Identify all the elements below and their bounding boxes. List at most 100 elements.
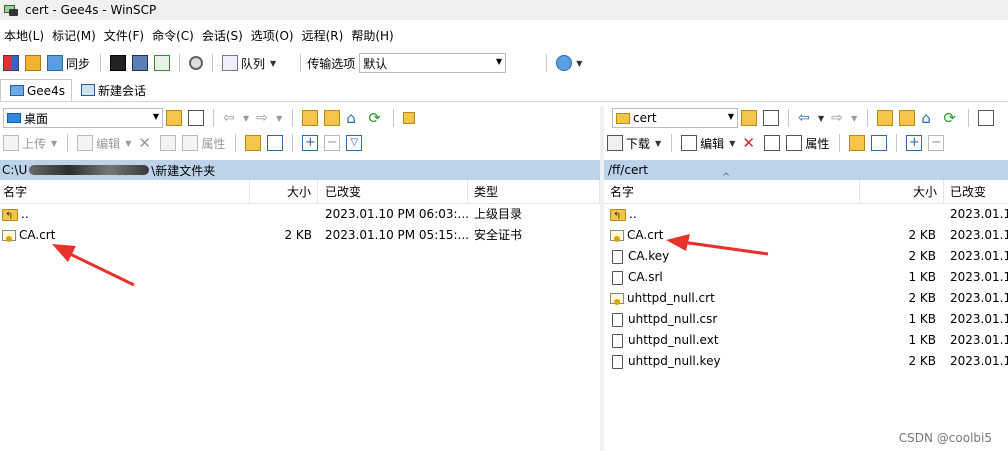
menu-local[interactable]: 本地(L) [0,27,48,44]
local-col-modified[interactable]: 已改变 [318,180,468,204]
filter-icon[interactable] [188,110,204,126]
upload-icon[interactable] [3,135,19,151]
properties-icon[interactable] [786,135,803,151]
globe-icon[interactable] [556,55,573,71]
local-col-size[interactable]: 大小 [250,180,318,204]
file-row[interactable]: CA.key 2 KB 2023.01.10 [604,246,1008,267]
forward-arrow-icon[interactable]: ⇨ [256,110,272,126]
remote-location-select[interactable]: cert ▼ [612,108,738,128]
menu-files[interactable]: 文件(F) [100,27,148,44]
remote-col-name[interactable]: 名字 [604,180,860,204]
synchronize-browsing-icon[interactable] [25,55,41,71]
tab-gee4s[interactable]: Gee4s [0,79,72,101]
properties-icon[interactable] [182,135,199,151]
queue-dropdown-icon[interactable]: ▼ [270,59,276,68]
file-row[interactable]: uhttpd_null.key 2 KB 2023.01.10 [604,351,1008,372]
root-directory-icon[interactable] [324,110,341,126]
refresh-sync-icon[interactable] [154,55,171,71]
download-icon[interactable] [607,135,623,151]
parent-directory-icon[interactable] [877,110,894,126]
filter-icon[interactable] [763,110,779,126]
preferences-gear-icon[interactable] [189,56,204,70]
delete-icon[interactable]: ✕ [138,135,154,151]
menu-commands[interactable]: 命令(C) [148,27,198,44]
parent-directory-icon[interactable] [302,110,319,126]
file-row[interactable]: CA.crt 2 KB 2023.01.10 PM 05:15:... 安全证书 [0,225,600,246]
remote-col-size[interactable]: 大小 [860,180,944,204]
edit-button[interactable]: 编辑 [96,135,120,152]
tab-new-session[interactable]: 新建会话 [72,79,152,101]
file-name: CA.crt [19,228,56,242]
queue-icon[interactable] [222,55,239,71]
properties-button[interactable]: 属性 [201,135,225,152]
filter-selection-icon[interactable]: ▽ [346,135,363,151]
new-file-icon[interactable] [267,135,284,151]
tab-new-session-label: 新建会话 [97,83,146,98]
local-location-select[interactable]: 桌面 ▼ [3,108,163,128]
download-dropdown-icon[interactable]: ▼ [655,139,661,148]
home-icon[interactable]: ⌂ [921,110,937,126]
delete-icon[interactable]: ✕ [742,135,758,151]
globe-dropdown-icon[interactable]: ▼ [576,59,582,68]
forward-dropdown-icon[interactable]: ▼ [276,114,282,123]
unselect-minus-icon[interactable]: − [928,135,945,151]
refresh-icon[interactable]: ⟳ [943,110,959,126]
home-icon[interactable]: ⌂ [346,110,362,126]
new-folder-icon[interactable] [245,135,262,151]
remote-path-bar[interactable]: /ff/cert [604,160,1008,180]
upload-button[interactable]: 上传 [22,135,46,152]
refresh-icon[interactable]: ⟳ [368,110,384,126]
edit-dropdown-icon[interactable]: ▼ [125,139,131,148]
menu-remote[interactable]: 远程(R) [298,27,348,44]
local-col-type[interactable]: 类型 [468,180,600,204]
document-icon [612,312,623,327]
upload-dropdown-icon[interactable]: ▼ [51,139,57,148]
forward-dropdown-icon[interactable]: ▼ [851,114,857,123]
edit-icon[interactable] [77,135,94,151]
back-dropdown-icon[interactable]: ▼ [818,114,824,123]
file-row[interactable]: .. 2023.01.10 [604,204,1008,225]
file-row[interactable]: uhttpd_null.csr 1 KB 2023.01.10 [604,309,1008,330]
rename-icon[interactable] [764,135,781,151]
new-folder-icon[interactable] [849,135,866,151]
open-folder-icon[interactable] [741,110,757,126]
select-all-plus-icon[interactable]: + [906,135,923,151]
edit-icon[interactable] [681,135,698,151]
menu-options[interactable]: 选项(O) [247,27,298,44]
file-row[interactable]: uhttpd_null.crt 2 KB 2023.01.10 [604,288,1008,309]
root-directory-icon[interactable] [899,110,916,126]
download-button[interactable]: 下载 [626,135,650,152]
properties-button[interactable]: 属性 [805,135,829,152]
find-files-icon[interactable] [978,110,995,126]
back-dropdown-icon[interactable]: ▼ [243,114,249,123]
file-row[interactable]: .. 2023.01.10 PM 06:03:... 上级目录 [0,204,600,225]
edit-button[interactable]: 编辑 [700,135,724,152]
synchronize-icon[interactable] [47,55,63,71]
remote-col-modified[interactable]: 已改变 [944,180,1008,204]
unselect-minus-icon[interactable]: − [324,135,341,151]
open-folder-icon[interactable] [166,110,182,126]
synchronize-button[interactable]: 同步 [66,55,90,72]
new-file-icon[interactable] [871,135,888,151]
queue-button[interactable]: 队列 [241,55,265,72]
local-path-bar[interactable]: C:\U \新建文件夹 [0,160,600,180]
putty-icon[interactable] [132,55,149,71]
rename-icon[interactable] [160,135,177,151]
transfer-preset-select[interactable]: 默认 ▼ [359,53,507,73]
compare-directories-icon[interactable] [3,55,19,71]
console-icon[interactable] [110,55,127,71]
back-arrow-icon[interactable]: ⇦ [798,110,814,126]
edit-dropdown-icon[interactable]: ▼ [729,139,735,148]
menu-mark[interactable]: 标记(M) [48,27,100,44]
menu-help[interactable]: 帮助(H) [347,27,397,44]
local-col-name[interactable]: 名字 [0,180,250,204]
file-row[interactable]: CA.crt 2 KB 2023.01.10 [604,225,1008,246]
menu-session[interactable]: 会话(S) [198,27,247,44]
select-all-plus-icon[interactable]: + [302,135,319,151]
file-modified-cell: 2023.01.10 [950,249,1008,263]
file-row[interactable]: CA.srl 1 KB 2023.01.10 [604,267,1008,288]
find-files-icon[interactable] [403,112,416,124]
file-row[interactable]: uhttpd_null.ext 1 KB 2023.01.10 [604,330,1008,351]
forward-arrow-icon[interactable]: ⇨ [831,110,847,126]
back-arrow-icon[interactable]: ⇦ [223,110,239,126]
